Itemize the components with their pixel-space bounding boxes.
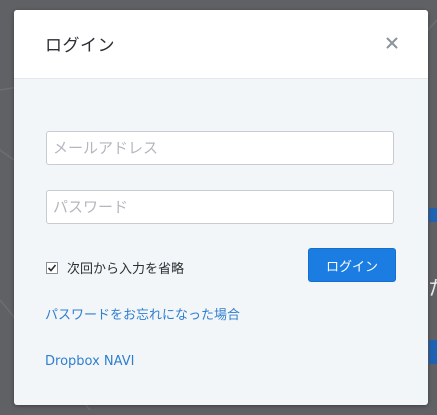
background-blue-block (429, 340, 437, 364)
dropbox-navi-link[interactable]: Dropbox NAVI (45, 354, 134, 369)
password-field[interactable] (46, 190, 394, 224)
remember-checkbox[interactable] (46, 261, 58, 274)
forgot-password-link[interactable]: パスワードをお忘れになった場合 (45, 304, 240, 323)
dialog-header: ログイン (14, 10, 428, 79)
email-field[interactable] (46, 131, 394, 165)
login-button[interactable]: ログイン (308, 248, 396, 282)
dialog-title: ログイン (45, 36, 115, 56)
close-icon (386, 37, 398, 49)
close-button[interactable] (383, 34, 401, 52)
remember-label: 次回から入力を省略 (67, 262, 185, 277)
remember-me: 次回から入力を省略 (46, 258, 184, 277)
login-dialog: ログイン 次回から入力を省略 ログイン パスワードをお忘れになった場合 Drop… (14, 10, 428, 405)
background-text: た (428, 272, 437, 301)
check-icon (47, 263, 57, 272)
background-blue-block (429, 208, 437, 222)
